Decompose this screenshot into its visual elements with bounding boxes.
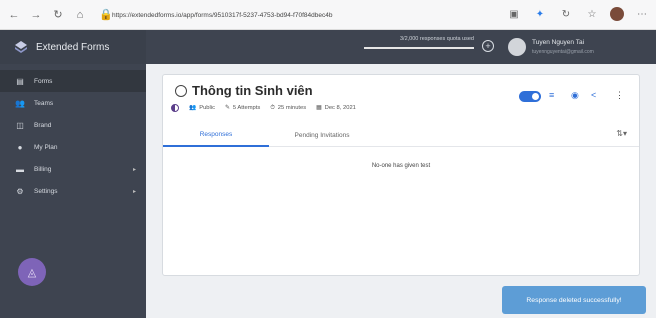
home-icon[interactable]: ⌂ [72,7,88,23]
form-card: Thông tin Sinh viên 👥 Public ✎ 5 Attempt… [162,74,640,276]
tab-bar: Responses Pending Invitations ⇅▾ [163,123,639,147]
sidebar-item-label: My Plan [34,143,58,151]
sidebar-item-billing[interactable]: ▬ Billing ▸ [0,158,146,180]
brand[interactable]: Extended Forms [0,30,146,64]
user-email: tuyennguyentai@gmail.com [532,49,594,55]
visibility-meta: 👥 Public [189,105,215,111]
quota-progress-bar [364,47,474,49]
tab-search-icon[interactable]: ▣ [506,6,522,22]
avatar[interactable] [508,38,526,56]
forward-icon[interactable]: → [28,7,44,23]
quota-text: 3/2,000 responses quota used [399,36,474,42]
sidebar-item-label: Teams [34,99,54,107]
attempts-label: 5 Attempts [232,105,261,111]
extension-icon[interactable]: ✦ [532,6,548,22]
address-bar[interactable]: https://extendedforms.io/app/forms/95103… [112,7,502,23]
billing-icon: ▬ [16,164,24,174]
toast-notification: Response deleted successfully! [502,286,646,314]
people-icon: 👥 [189,105,197,111]
attempts-meta: ✎ 5 Attempts [225,105,260,111]
timer-icon [175,84,187,97]
form-meta: 👥 Public ✎ 5 Attempts ⏱ 25 minutes ▦ Dec… [171,104,356,112]
forms-icon: ▤ [16,76,24,86]
visibility-label: Public [199,105,216,111]
clock-icon: ⏱ [270,104,275,111]
more-icon[interactable]: ⋯ [634,6,650,22]
reload-icon[interactable]: ↻ [50,7,66,23]
sidebar-item-my-plan[interactable]: ● My Plan [0,136,146,158]
more-vertical-icon[interactable]: ⋮ [615,90,624,101]
duration-meta: ⏱ 25 minutes [270,105,306,112]
app-header: 3/2,000 responses quota used + Tuyen Ngu… [146,30,656,64]
chevron-right-icon: ▸ [132,188,136,195]
brand-name: Extended Forms [36,41,110,53]
sidebar-item-label: Settings [34,187,58,195]
duration-label: 25 minutes [277,105,307,111]
brand-icon: ◫ [16,120,24,130]
settings-icon: ⚙ [16,186,24,196]
share-icon[interactable]: < [591,90,596,100]
page-title: Thông tin Sinh viên [175,83,313,98]
tab-pending-invitations[interactable]: Pending Invitations [269,123,375,147]
toast-message: Response deleted successfully! [526,296,622,304]
eye-icon[interactable]: ◉ [571,90,579,101]
sidebar-item-forms[interactable]: ▤ Forms [0,70,146,92]
teams-icon: 👥 [15,98,25,108]
plan-icon: ● [17,142,23,152]
theme-icon [171,104,179,112]
tab-responses[interactable]: Responses [163,123,269,147]
date-label: Dec 8, 2021 [324,105,356,111]
sidebar-item-settings[interactable]: ⚙ Settings ▸ [0,180,146,202]
logo-icon [15,41,27,53]
favorites-icon[interactable]: ☆ [584,6,600,22]
refresh-icon[interactable]: ↻ [558,6,574,22]
bell-icon: ◬ [27,266,37,279]
user-name: Tuyen Nguyen Tai [532,39,585,46]
form-title: Thông tin Sinh viên [192,83,313,98]
pencil-icon: ✎ [225,105,230,111]
date-meta: ▦ Dec 8, 2021 [316,105,356,111]
form-active-toggle[interactable] [519,91,541,102]
sidebar-item-brand[interactable]: ◫ Brand [0,114,146,136]
chevron-right-icon: ▸ [132,166,136,173]
list-icon[interactable]: ≡ [549,90,554,100]
sidebar-item-label: Forms [34,77,53,85]
sidebar-item-teams[interactable]: 👥 Teams [0,92,146,114]
back-icon[interactable]: ← [6,7,22,23]
profile-icon[interactable] [610,7,624,21]
url-text: https://extendedforms.io/app/forms/95103… [112,11,333,19]
browser-toolbar: ← → ↻ ⌂ 🔒 https://extendedforms.io/app/f… [0,0,656,30]
help-button[interactable]: ◬ [18,258,46,286]
add-icon[interactable]: + [482,40,494,52]
sidebar-item-label: Billing [34,165,52,173]
calendar-icon: ▦ [316,105,322,111]
empty-state-message: No-one has given test [371,163,431,169]
filter-icon[interactable]: ⇅▾ [616,129,627,138]
sidebar-item-label: Brand [34,121,52,129]
